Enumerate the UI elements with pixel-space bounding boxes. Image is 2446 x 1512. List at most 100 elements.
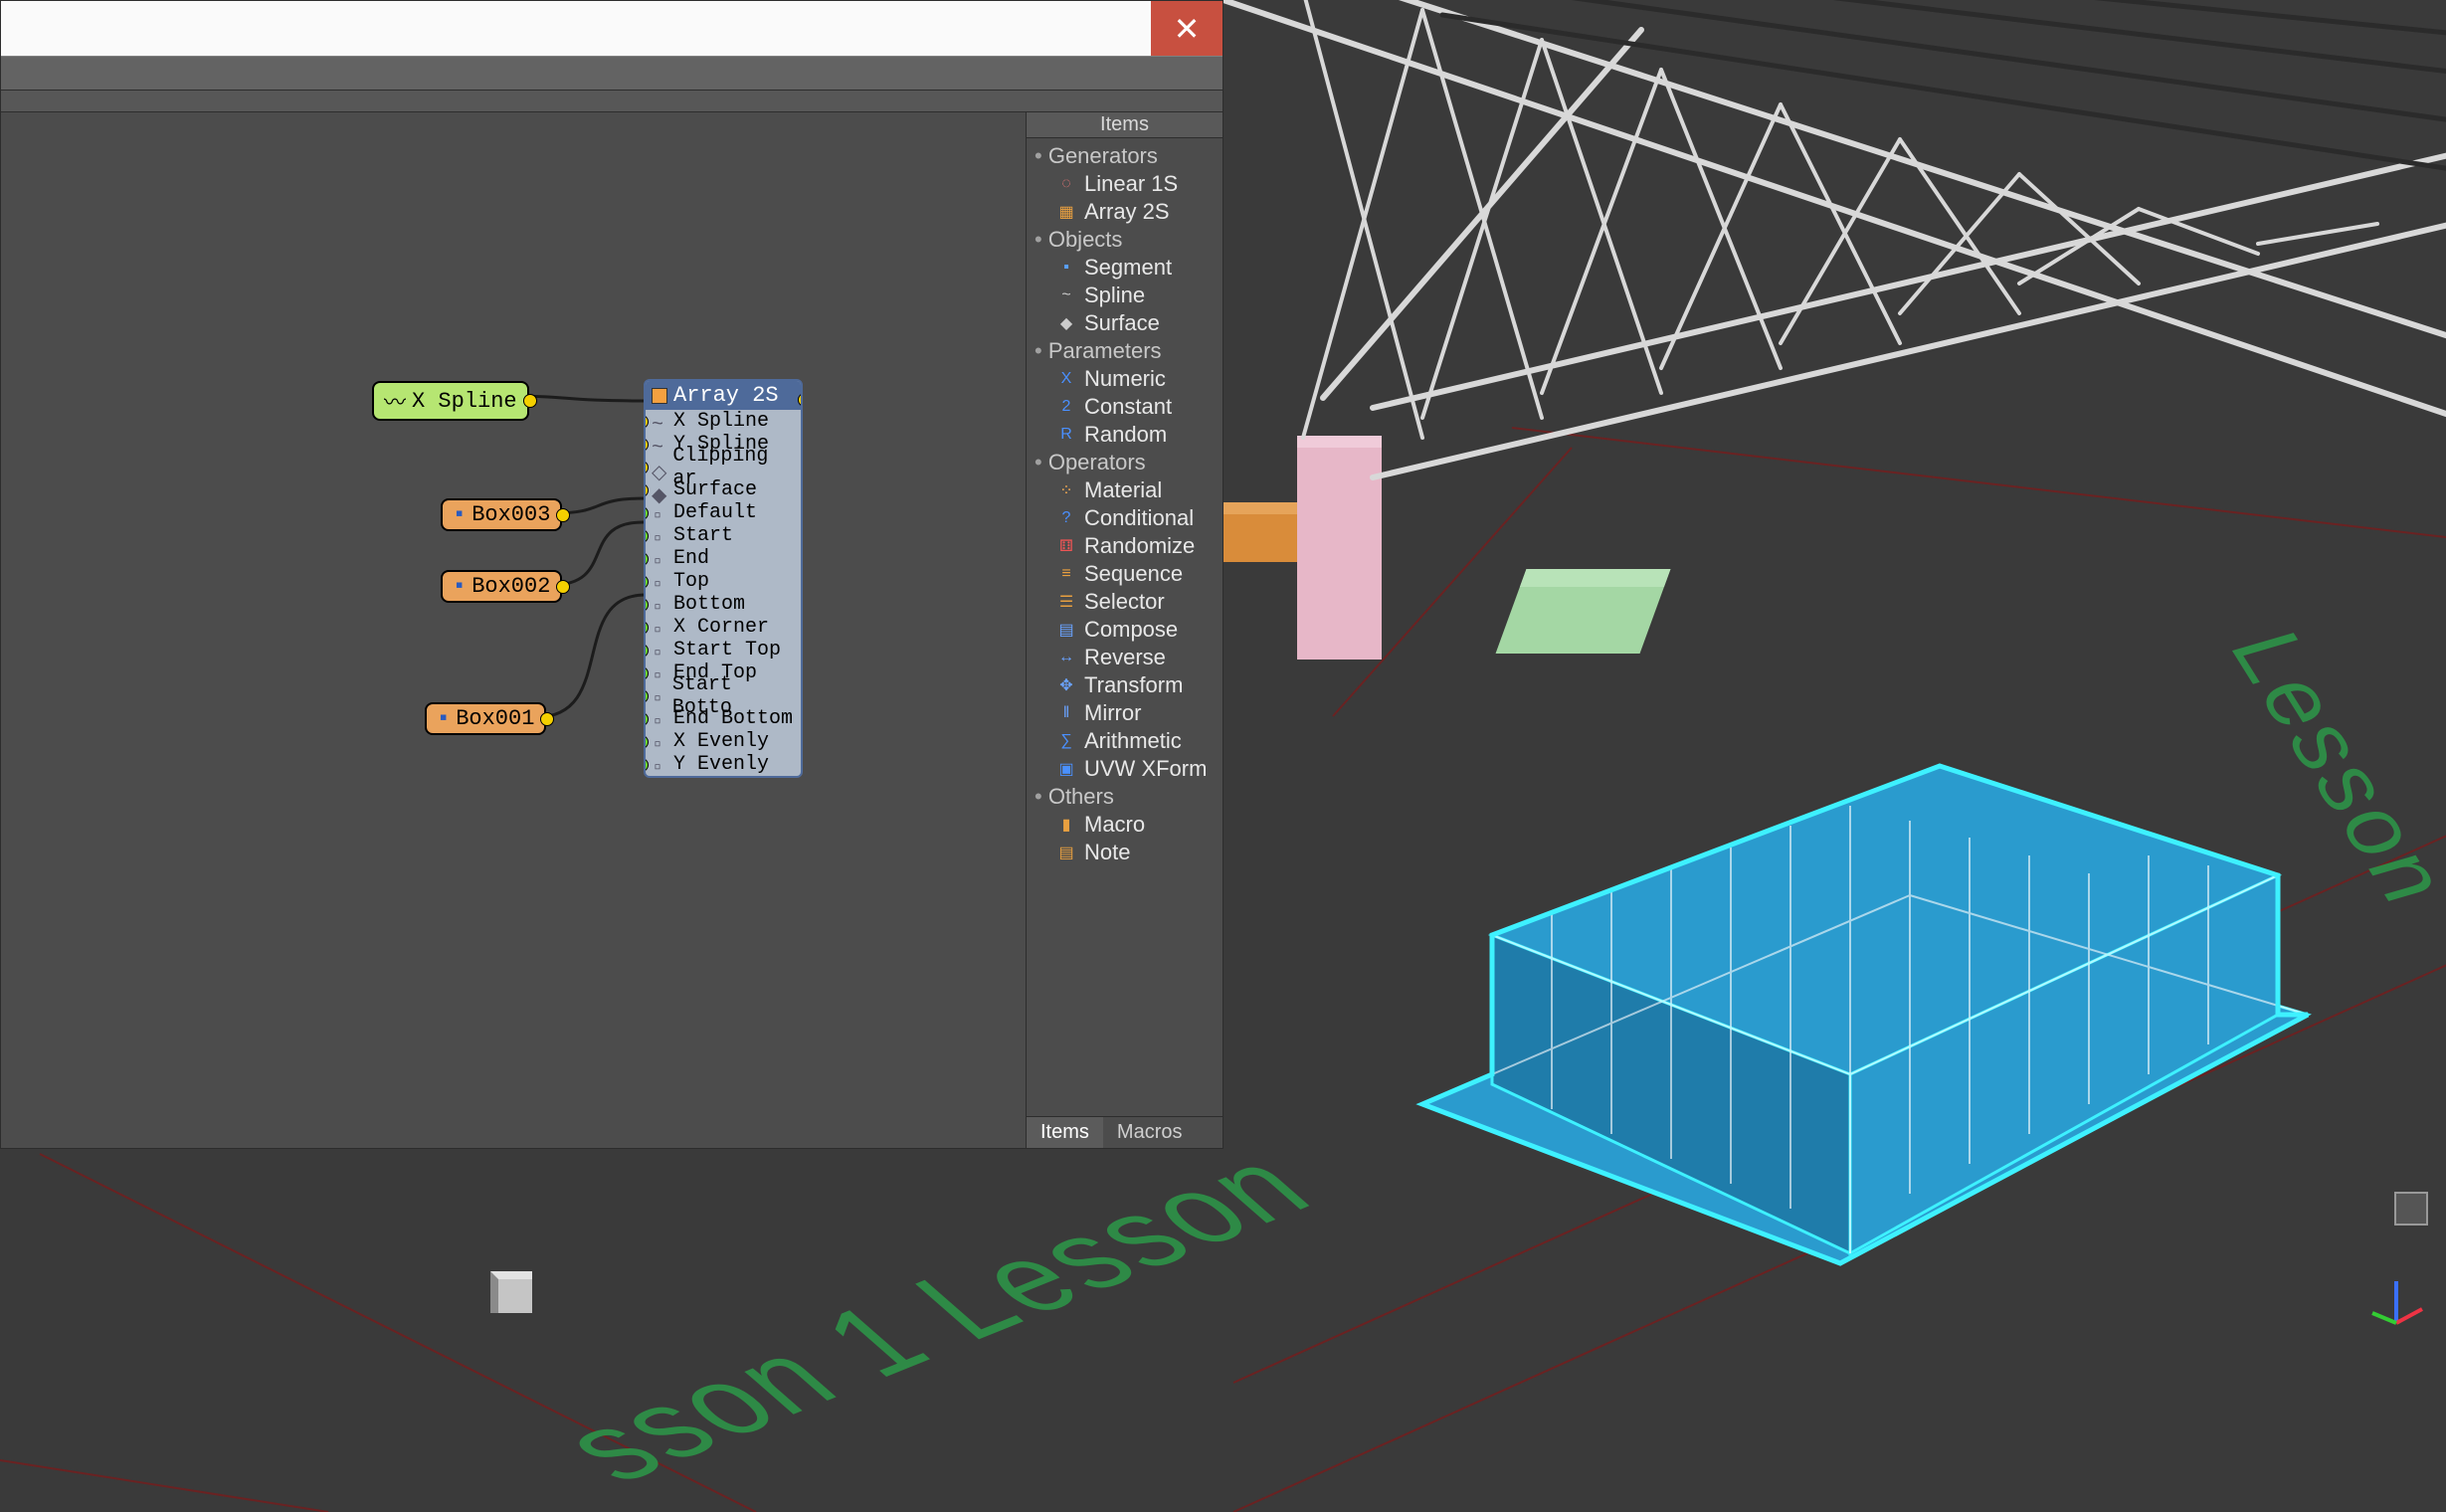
row-icon: ▫	[652, 665, 667, 681]
node-input-port[interactable]	[644, 461, 649, 474]
node-output-port[interactable]	[556, 508, 570, 522]
node-input-port[interactable]	[644, 529, 649, 543]
node-input-row[interactable]: ◆Surface	[646, 478, 801, 501]
node-input-port[interactable]	[644, 415, 649, 429]
row-label: X Corner	[673, 616, 769, 639]
palette-item[interactable]: ▮Macro	[1027, 811, 1223, 839]
axis-gizmo[interactable]	[2366, 1273, 2426, 1333]
palette-item[interactable]: ▦Array 2S	[1027, 198, 1223, 226]
palette-category[interactable]: Generators	[1027, 142, 1223, 170]
node-input-row[interactable]: ▫Start Top	[646, 639, 801, 662]
panel-subtoolbar	[1, 91, 1223, 112]
node-input-row[interactable]: ◇Clipping ar	[646, 456, 801, 478]
node-input-port[interactable]	[644, 666, 649, 680]
palette-item[interactable]: ~Spline	[1027, 282, 1223, 309]
palette-item[interactable]: ?Conditional	[1027, 504, 1223, 532]
palette-item[interactable]: ◌Linear 1S	[1027, 170, 1223, 198]
close-icon: ✕	[1174, 10, 1201, 48]
node-input-port[interactable]	[644, 644, 649, 658]
panel-toolbar[interactable]	[1, 56, 1223, 91]
geom-tiny-cube	[490, 1271, 532, 1313]
viewcube[interactable]	[2394, 1192, 2428, 1226]
close-button[interactable]: ✕	[1151, 1, 1223, 56]
palette-item-label: Constant	[1084, 394, 1172, 420]
palette-category[interactable]: Operators	[1027, 449, 1223, 476]
node-input-port[interactable]	[644, 758, 649, 772]
palette-item[interactable]: XNumeric	[1027, 365, 1223, 393]
node-array2s-header[interactable]: Array 2S	[646, 381, 801, 410]
palette-item[interactable]: ⚅Randomize	[1027, 532, 1223, 560]
palette-item-label: Mirror	[1084, 700, 1141, 726]
node-input-row[interactable]: ~X Spline	[646, 410, 801, 433]
node-input-port[interactable]	[644, 506, 649, 520]
node-input-port[interactable]	[644, 735, 649, 749]
palette-tabs: Items Macros	[1027, 1116, 1223, 1148]
node-wires	[1, 112, 1026, 1108]
palette-item[interactable]: RRandom	[1027, 421, 1223, 449]
node-output-port[interactable]	[540, 712, 554, 726]
node-input-row[interactable]: ▫Default	[646, 501, 801, 524]
node-input-port[interactable]	[644, 689, 649, 703]
node-input-row[interactable]: ▫X Evenly	[646, 730, 801, 753]
palette-item[interactable]: ‖Mirror	[1027, 699, 1223, 727]
node-array2s[interactable]: Array 2S ~X Spline~Y Spline◇Clipping ar◆…	[644, 379, 803, 778]
palette-item-icon: ▮	[1056, 815, 1076, 835]
node-xspline[interactable]: 〰 X Spline	[372, 381, 529, 421]
palette-category[interactable]: Parameters	[1027, 337, 1223, 365]
node-input-port[interactable]	[644, 575, 649, 589]
palette-item[interactable]: ≡Sequence	[1027, 560, 1223, 588]
row-icon: ▫	[652, 688, 666, 704]
palette-item[interactable]: ▣UVW XForm	[1027, 755, 1223, 783]
palette-category[interactable]: Others	[1027, 783, 1223, 811]
node-box003[interactable]: ▪ Box003	[441, 498, 562, 531]
node-input-row[interactable]: ▫X Corner	[646, 616, 801, 639]
node-input-port[interactable]	[644, 598, 649, 612]
palette-item-label: Transform	[1084, 672, 1183, 698]
palette-item-icon: X	[1056, 369, 1076, 389]
palette-item-label: Spline	[1084, 283, 1145, 308]
node-input-row[interactable]: ▫Top	[646, 570, 801, 593]
palette-item[interactable]: ▤Compose	[1027, 616, 1223, 644]
palette-item[interactable]: ✥Transform	[1027, 671, 1223, 699]
node-output-port[interactable]	[523, 394, 537, 408]
palette-item-label: Segment	[1084, 255, 1172, 281]
tab-items[interactable]: Items	[1027, 1117, 1103, 1148]
palette-item-label: Compose	[1084, 617, 1178, 643]
node-input-row[interactable]: ▫Bottom	[646, 593, 801, 616]
tab-macros[interactable]: Macros	[1103, 1117, 1197, 1148]
node-input-row[interactable]: ▫Y Evenly	[646, 753, 801, 776]
node-input-port[interactable]	[644, 438, 649, 452]
palette-category[interactable]: Objects	[1027, 226, 1223, 254]
geom-array-cyan[interactable]	[1412, 766, 2308, 1263]
node-input-port[interactable]	[644, 712, 649, 726]
palette-item[interactable]: ▤Note	[1027, 839, 1223, 866]
node-input-port[interactable]	[644, 483, 649, 497]
palette-body[interactable]: Generators◌Linear 1S▦Array 2SObjects▪Seg…	[1027, 138, 1223, 1116]
row-icon: ◇	[652, 460, 666, 475]
palette-item-icon: ⁘	[1056, 480, 1076, 500]
palette-item-icon: ↔	[1056, 648, 1076, 667]
palette-item[interactable]: 2Constant	[1027, 393, 1223, 421]
node-input-row[interactable]: ▫End Bottom	[646, 707, 801, 730]
palette-item-label: UVW XForm	[1084, 756, 1207, 782]
row-label: Bottom	[673, 593, 745, 616]
palette-item[interactable]: ∑Arithmetic	[1027, 727, 1223, 755]
palette-item[interactable]: ☰Selector	[1027, 588, 1223, 616]
node-box001[interactable]: ▪ Box001	[425, 702, 546, 735]
row-label: Surface	[673, 478, 757, 501]
palette-item[interactable]: ◆Surface	[1027, 309, 1223, 337]
palette-item[interactable]: ▪Segment	[1027, 254, 1223, 282]
palette-item[interactable]: ↔Reverse	[1027, 644, 1223, 671]
node-input-port[interactable]	[644, 552, 649, 566]
node-input-row[interactable]: ▫End	[646, 547, 801, 570]
node-output-port[interactable]	[556, 580, 570, 594]
panel-titlebar[interactable]: ✕	[1, 1, 1223, 56]
palette-item[interactable]: ⁘Material	[1027, 476, 1223, 504]
node-input-row[interactable]: ▫Start Botto	[646, 684, 801, 707]
row-label: Default	[673, 501, 757, 524]
node-box002[interactable]: ▪ Box002	[441, 570, 562, 603]
node-canvas[interactable]: 〰 X Spline ▪ Box003 ▪ Box002 ▪ Box001 Ar…	[1, 112, 1026, 1108]
node-input-port[interactable]	[644, 621, 649, 635]
palette-item-label: Note	[1084, 840, 1130, 865]
node-input-row[interactable]: ▫Start	[646, 524, 801, 547]
